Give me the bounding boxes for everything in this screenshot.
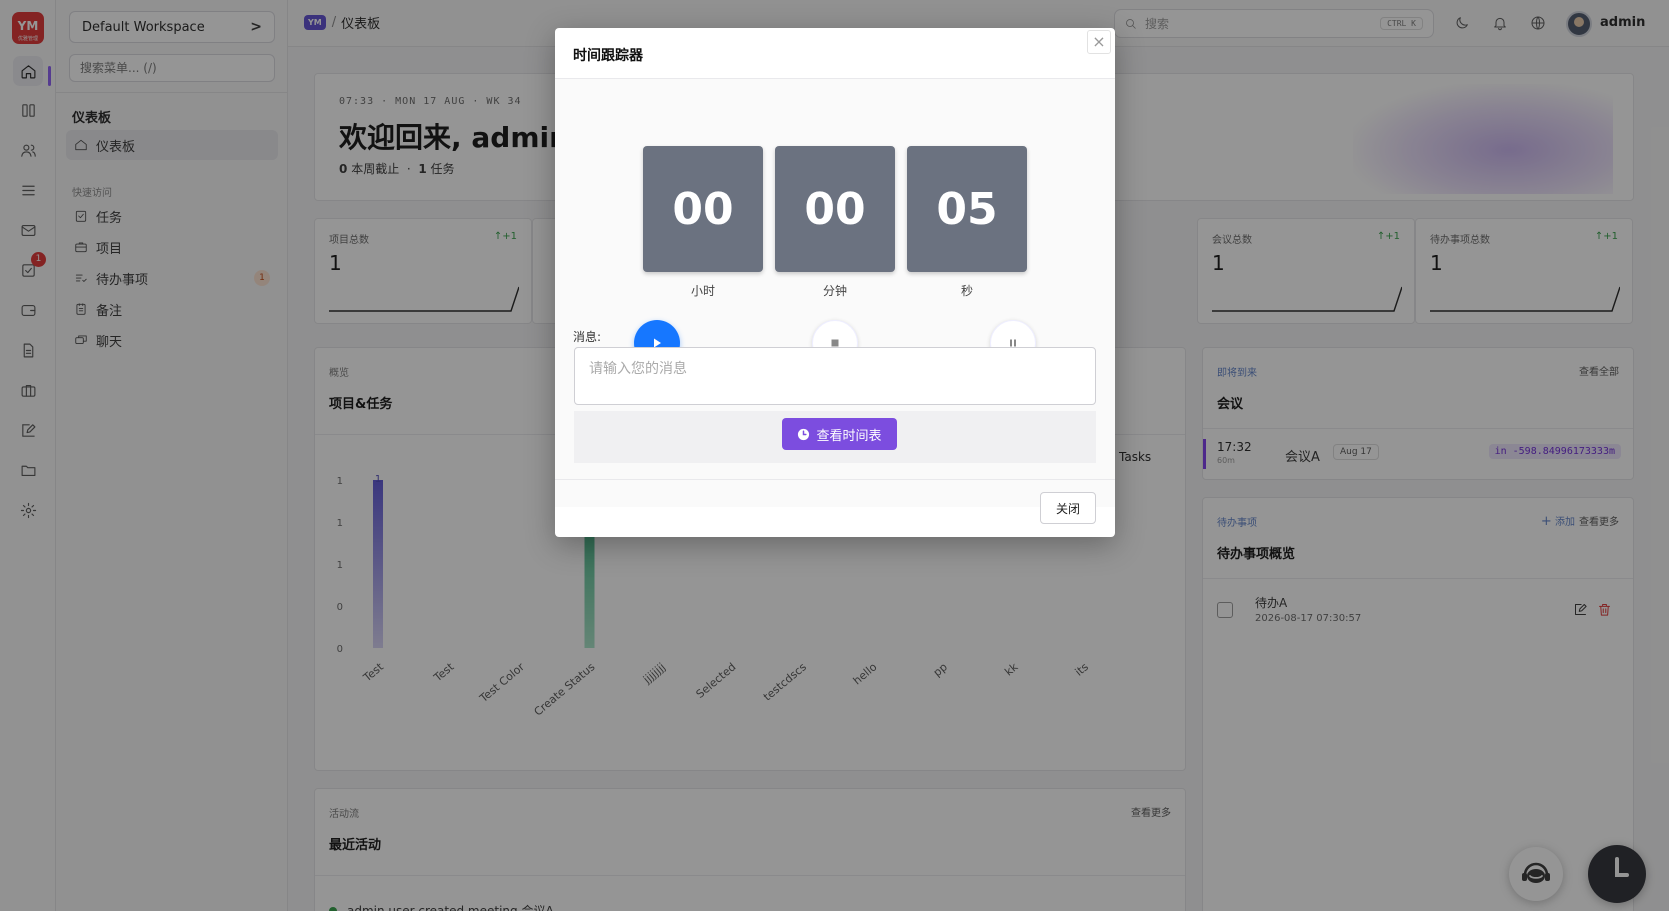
timer-minutes: 00 [775,146,895,272]
timer-seconds-label: 秒 [960,284,973,298]
timer-minutes-label: 分钟 [822,284,847,298]
modal-title: 时间跟踪器 [573,48,643,64]
message-label: 消息: [573,330,602,344]
time-tracker-modal: 时间跟踪器 × 00 00 05 小时 分钟 秒 消息: 查看时间表 关闭 [555,28,1115,537]
timer-hours-label: 小时 [690,284,715,298]
timer-hours: 00 [643,146,763,272]
message-textarea[interactable] [574,347,1096,405]
timesheet-row: 查看时间表 [574,411,1096,463]
clock-icon [798,428,810,440]
view-timesheet-button[interactable]: 查看时间表 [782,418,897,450]
modal-close-icon[interactable]: × [1087,30,1111,54]
timer-seconds: 05 [907,146,1027,272]
view-timesheet-label: 查看时间表 [816,428,882,444]
close-button[interactable]: 关闭 [1040,492,1096,524]
modal-footer-divider [555,479,1115,480]
